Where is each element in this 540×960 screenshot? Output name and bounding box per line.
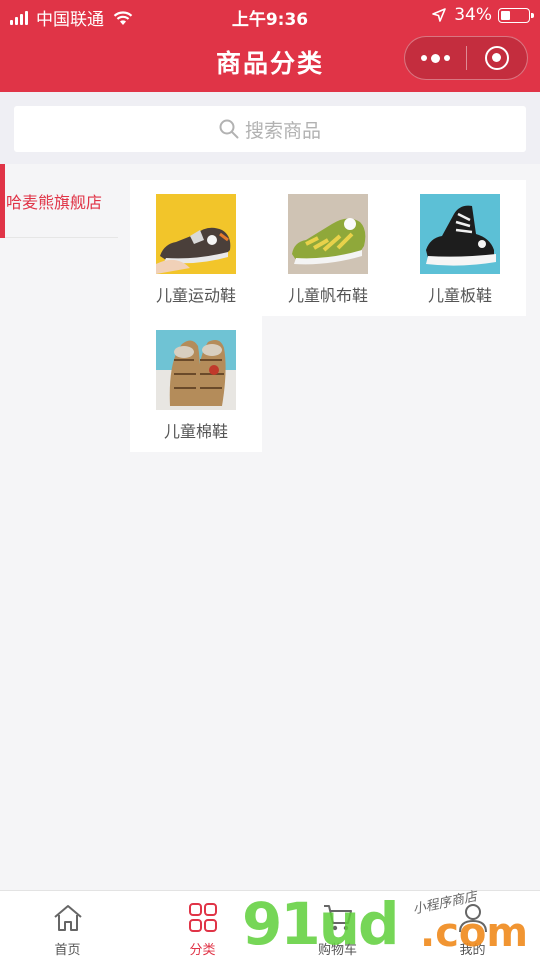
tab-home[interactable]: 首页 xyxy=(0,891,135,960)
more-button[interactable] xyxy=(405,37,466,79)
sidebar-item-label: 哈麦熊旗舰店 xyxy=(6,192,103,212)
kids-skate-shoe-image xyxy=(420,194,500,274)
location-arrow-icon xyxy=(432,8,447,22)
tab-category[interactable]: 分类 xyxy=(135,891,270,960)
miniprogram-capsule xyxy=(404,36,528,80)
status-bar: 中国联通 上午9:36 34% xyxy=(0,0,540,30)
search-placeholder: 搜索商品 xyxy=(244,119,321,142)
sidebar-item-store[interactable]: 哈麦熊旗舰店 xyxy=(0,164,118,238)
more-dots-icon xyxy=(419,53,452,63)
status-right: 34% xyxy=(432,5,534,25)
battery-level xyxy=(501,10,510,20)
active-indicator xyxy=(0,164,5,238)
tab-label: 分类 xyxy=(189,943,216,958)
category-card-label: 儿童棉鞋 xyxy=(163,422,228,441)
category-card-label: 儿童板鞋 xyxy=(427,286,492,305)
search-icon xyxy=(219,119,239,139)
kids-cotton-shoe-image xyxy=(156,330,236,410)
category-card[interactable]: 儿童棉鞋 xyxy=(130,316,262,452)
category-card[interactable]: 儿童帆布鞋 xyxy=(262,180,394,316)
grid-icon xyxy=(188,903,217,932)
close-target-icon xyxy=(484,46,509,70)
search-input[interactable]: 搜索商品 xyxy=(14,106,526,152)
tab-label: 首页 xyxy=(54,943,81,958)
kids-canvas-shoe-image xyxy=(288,194,368,274)
tab-profile[interactable]: 我的 xyxy=(405,891,540,960)
category-card[interactable]: 儿童运动鞋 xyxy=(130,180,262,316)
close-miniprogram-button[interactable] xyxy=(467,37,528,79)
category-content: 儿童运动鞋 儿童帆布鞋 儿童板鞋 儿童棉鞋 xyxy=(118,164,540,890)
kids-sneaker-image xyxy=(156,194,236,274)
subcategory-grid: 儿童运动鞋 儿童帆布鞋 儿童板鞋 儿童棉鞋 xyxy=(130,180,526,452)
battery-percent: 34% xyxy=(454,5,492,25)
category-sidebar: 哈麦熊旗舰店 xyxy=(0,164,118,890)
cart-icon xyxy=(323,905,352,931)
category-card-label: 儿童运动鞋 xyxy=(155,286,236,305)
battery-icon xyxy=(498,7,534,23)
category-card-label: 儿童帆布鞋 xyxy=(287,286,368,305)
tab-bar: 首页 分类 购物车 我的 xyxy=(0,890,540,960)
home-icon xyxy=(53,905,82,931)
tab-label: 我的 xyxy=(459,943,486,958)
tab-cart[interactable]: 购物车 xyxy=(270,891,405,960)
search-area: 搜索商品 xyxy=(0,92,540,164)
category-card[interactable]: 儿童板鞋 xyxy=(394,180,526,316)
user-icon xyxy=(458,904,487,933)
tab-label: 购物车 xyxy=(317,943,357,958)
nav-bar: 商品分类 xyxy=(0,30,540,92)
